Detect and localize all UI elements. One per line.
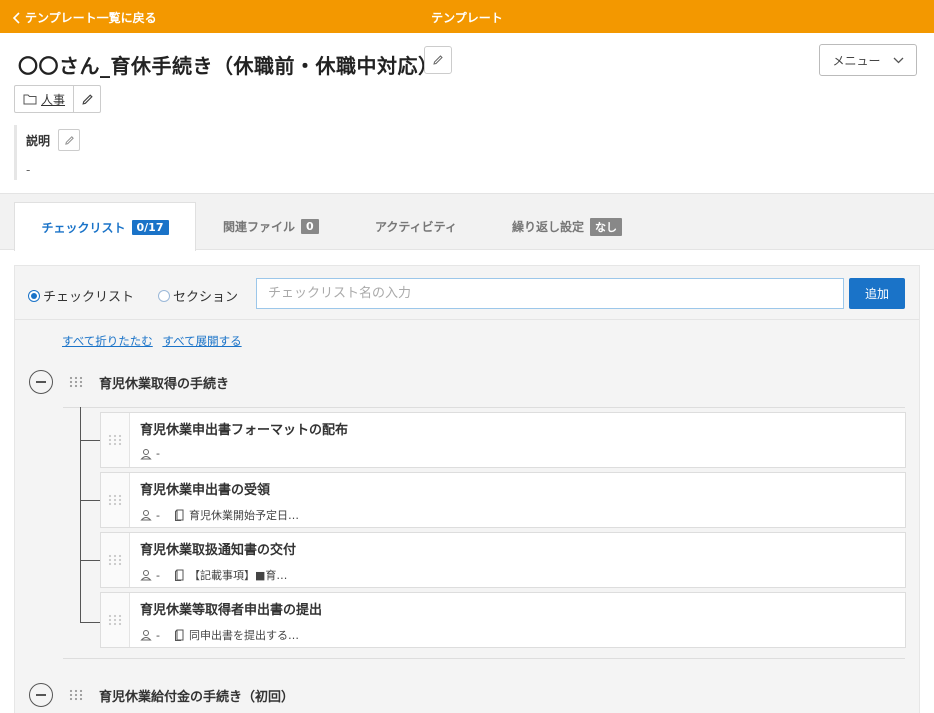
radio-section[interactable]: セクション <box>158 286 238 305</box>
top-bar: テンプレート一覧に戻る テンプレート <box>0 0 934 33</box>
pencil-icon <box>433 55 443 65</box>
radio-checked-icon <box>28 289 40 302</box>
divider <box>63 407 905 408</box>
title-edit-button[interactable] <box>424 46 452 74</box>
document-icon <box>174 509 184 521</box>
description-label: 説明 <box>26 133 51 148</box>
description-edit-button[interactable] <box>58 129 81 151</box>
tree-branch <box>80 500 100 501</box>
collapse-section-button[interactable] <box>29 683 53 707</box>
related-files-count-badge: 0 <box>301 219 319 234</box>
tab-related-files-label: 関連ファイル <box>223 220 296 234</box>
checklist-item-name: 育児休業申出書フォーマットの配布 <box>140 423 349 438</box>
document-icon <box>174 569 184 581</box>
checklist-item-name: 育児休業申出書の受領 <box>140 483 271 498</box>
user-icon <box>140 570 152 581</box>
tab-repeat-settings[interactable]: 繰り返し設定 なし <box>512 202 623 251</box>
description-value: - <box>26 163 31 177</box>
checklist-panel: チェックリスト セクション 追加 すべて折りたたむ すべて展開する 育児休業取得… <box>14 265 920 713</box>
folder-icon <box>23 94 37 105</box>
expand-collapse-links: すべて折りたたむ すべて展開する <box>62 333 248 349</box>
item-drag-handle[interactable] <box>101 413 130 467</box>
item-drag-handle[interactable] <box>101 533 130 587</box>
item-drag-handle[interactable] <box>101 593 130 647</box>
drag-handle-icon <box>108 614 122 626</box>
radio-checklist[interactable]: チェックリスト <box>28 286 134 305</box>
add-button[interactable]: 追加 <box>849 278 905 309</box>
section-title: 育児休業取得の手続き <box>99 376 230 392</box>
add-checklist-form: チェックリスト セクション 追加 <box>15 266 919 320</box>
category-link[interactable]: 人事 <box>15 86 75 112</box>
user-icon <box>140 630 152 641</box>
checklist-progress-badge: 0/17 <box>131 219 169 235</box>
checklist-item[interactable]: 育児休業取扱通知書の交付 - 【記載事項】■育… <box>100 532 906 588</box>
tree-branch <box>80 440 100 441</box>
checklist-item-name: 育児休業等取得者申出書の提出 <box>140 603 323 618</box>
collapse-section-button[interactable] <box>29 370 53 394</box>
menu-button-label: メニュー <box>832 53 881 68</box>
assignee-value: - <box>156 628 160 642</box>
section-header: 育児休業給付金の手続き（初回） <box>29 683 294 707</box>
drag-handle-icon[interactable] <box>69 689 83 701</box>
template-title: 〇〇さん_育休手続き（休職前・休職中対応） <box>18 54 439 78</box>
item-note: 育児休業開始予定日… <box>188 509 299 522</box>
repeat-status-badge: なし <box>590 217 623 236</box>
drag-handle-icon <box>108 494 122 506</box>
drag-handle-icon[interactable] <box>69 376 83 388</box>
chevron-down-icon <box>893 57 903 63</box>
tab-related-files[interactable]: 関連ファイル 0 <box>223 202 319 251</box>
collapse-all-link[interactable]: すべて折りたたむ <box>62 334 153 348</box>
expand-all-link[interactable]: すべて展開する <box>162 334 241 348</box>
category-edit-button[interactable] <box>74 86 100 112</box>
radio-section-label: セクション <box>173 290 239 305</box>
tab-checklist[interactable]: チェックリスト 0/17 <box>14 202 196 251</box>
pencil-icon <box>64 135 74 145</box>
tree-branch <box>80 560 100 561</box>
item-note: 【記載事項】■育… <box>188 569 288 582</box>
item-drag-handle[interactable] <box>101 473 130 527</box>
tab-bar: チェックリスト 0/17 関連ファイル 0 アクティビティ 繰り返し設定 なし <box>0 193 934 251</box>
tab-activity-label: アクティビティ <box>375 220 457 234</box>
checklist-item[interactable]: 育児休業申出書フォーマットの配布 - <box>100 412 906 468</box>
tab-repeat-settings-label: 繰り返し設定 <box>512 220 585 234</box>
tab-checklist-label: チェックリスト <box>41 220 126 235</box>
user-icon <box>140 510 152 521</box>
page-header-title: テンプレート <box>431 11 503 25</box>
tree-branch <box>80 622 100 623</box>
category-box: 人事 <box>14 85 102 113</box>
divider <box>63 658 905 659</box>
document-icon <box>174 629 184 641</box>
checklist-item[interactable]: 育児休業等取得者申出書の提出 - 同申出書を提出する… <box>100 592 906 648</box>
checklist-name-input[interactable] <box>256 278 844 309</box>
drag-handle-icon <box>108 554 122 566</box>
section-header: 育児休業取得の手続き <box>29 370 229 394</box>
section-title: 育児休業給付金の手続き（初回） <box>99 689 295 705</box>
description-block: 説明 - <box>14 125 81 180</box>
item-note: 同申出書を提出する… <box>188 629 299 642</box>
tab-activity[interactable]: アクティビティ <box>375 202 457 251</box>
radio-checklist-label: チェックリスト <box>43 290 135 305</box>
user-icon <box>140 448 152 459</box>
drag-handle-icon <box>108 434 122 446</box>
menu-button[interactable]: メニュー <box>819 44 917 76</box>
pencil-icon <box>81 93 93 105</box>
assignee-value: - <box>156 568 160 582</box>
category-label: 人事 <box>41 92 66 107</box>
checklist-item-name: 育児休業取扱通知書の交付 <box>140 543 297 558</box>
assignee-value: - <box>156 508 160 522</box>
assignee-value: - <box>156 447 160 460</box>
radio-unchecked-icon <box>158 289 170 302</box>
checklist-item[interactable]: 育児休業申出書の受領 - 育児休業開始予定日… <box>100 472 906 528</box>
